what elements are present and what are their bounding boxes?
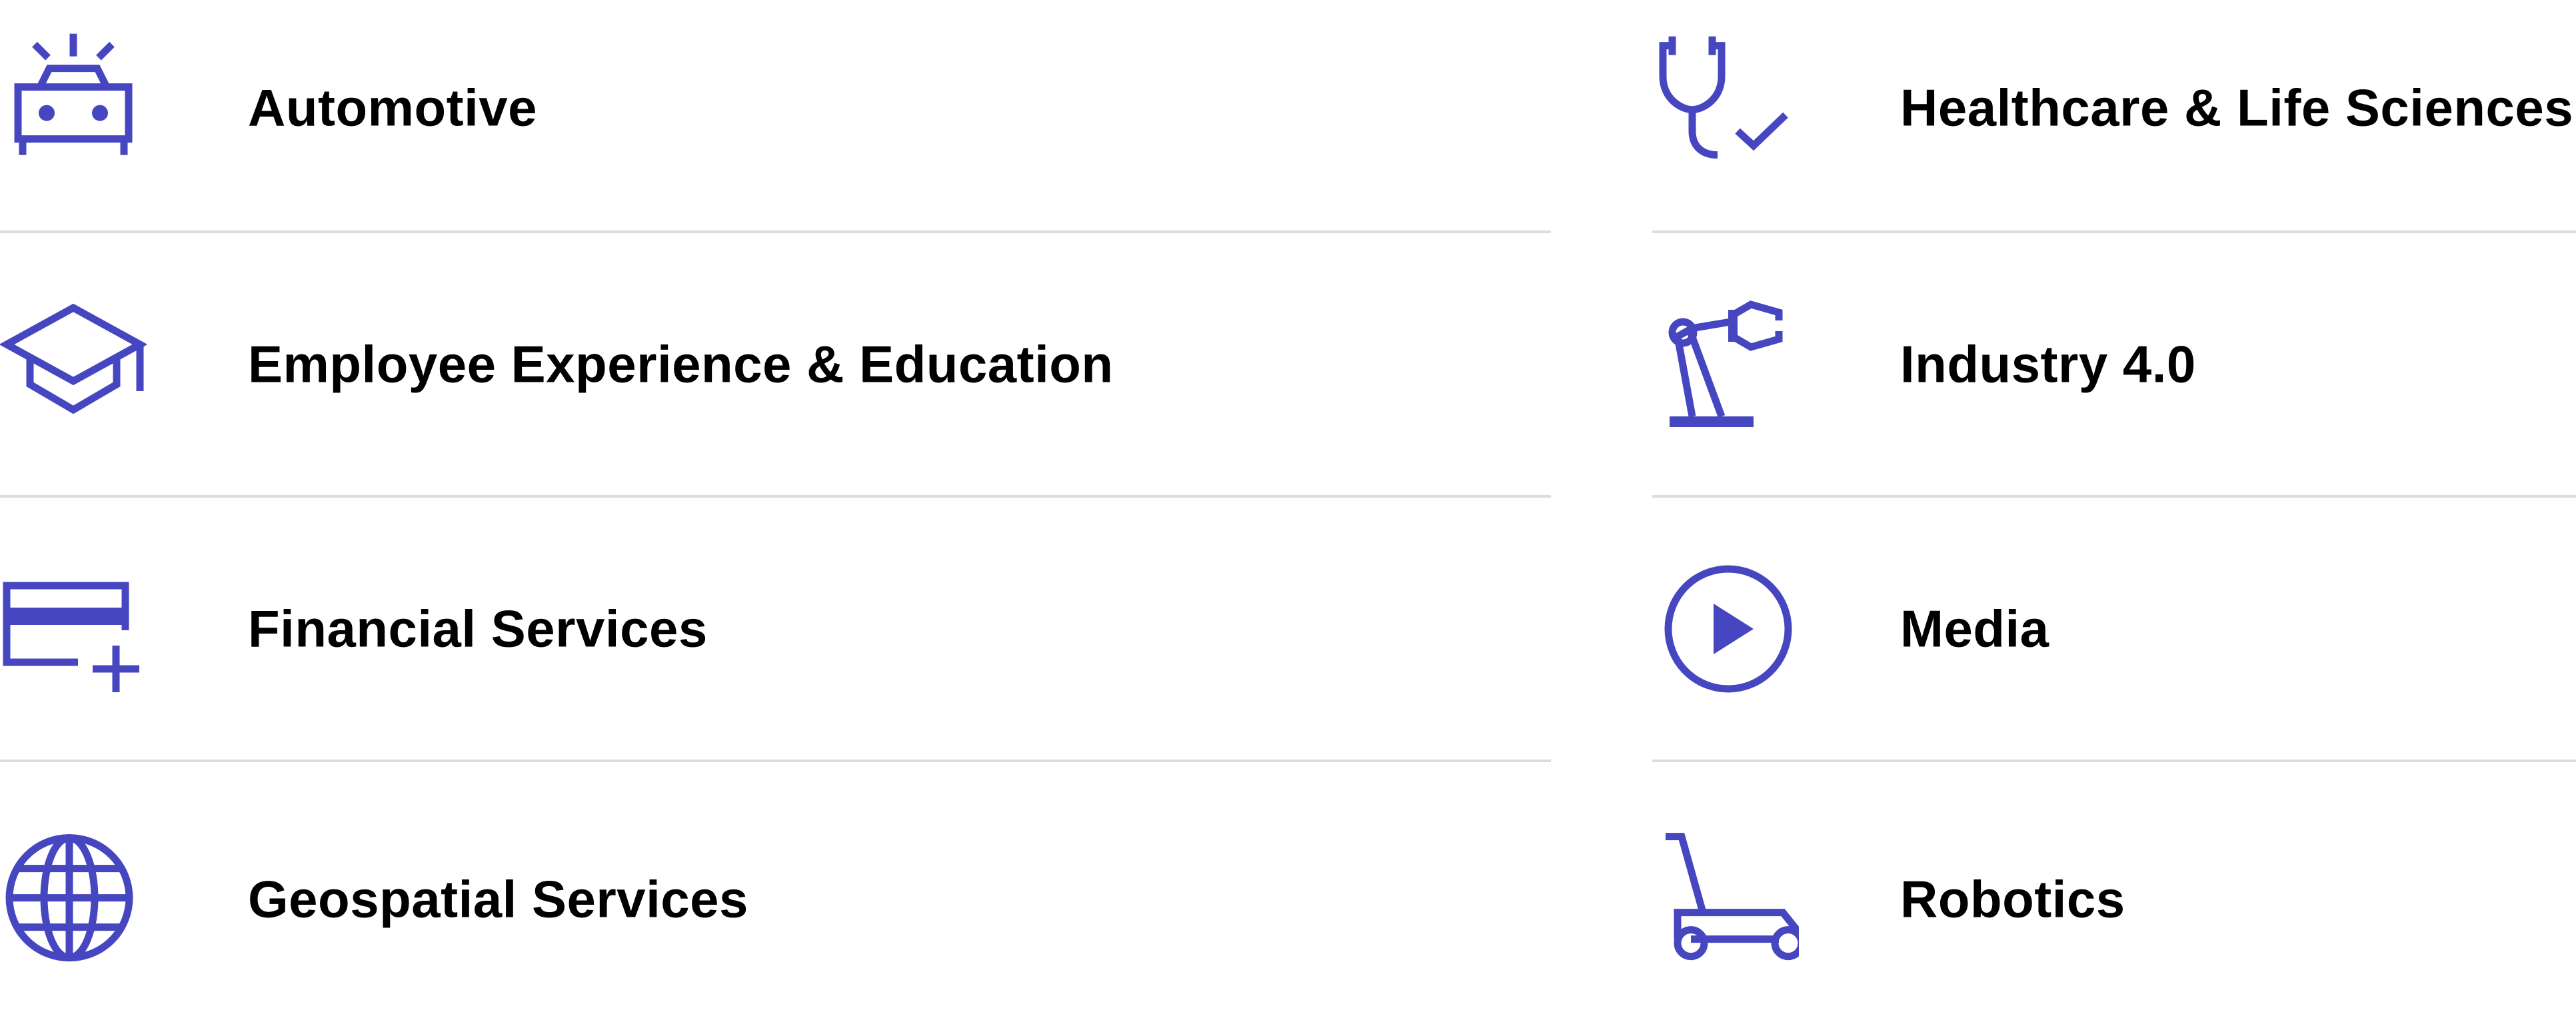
industry-label: Robotics [1900,869,2125,929]
industry-label: Automotive [248,78,537,137]
play-circle-icon [1652,556,1799,702]
industry-list-left: Automotive Employee Experience & Educati… [0,0,1551,1024]
industry-item-robotics[interactable]: Robotics [1652,762,2576,1024]
industry-list-right: Healthcare & Life Sciences Industry 4.0 … [1652,0,2576,1024]
credit-card-plus-icon [0,556,147,702]
industry-label: Media [1900,599,2049,658]
lawn-mower-icon [1652,824,1799,971]
industry-item-healthcare-life-sciences[interactable]: Healthcare & Life Sciences [1652,0,2576,233]
industry-item-geospatial-services[interactable]: Geospatial Services [0,762,1551,1024]
globe-icon [0,824,147,971]
industry-label: Industry 4.0 [1900,334,2196,393]
industry-label: Employee Experience & Education [248,334,1114,393]
industry-label: Financial Services [248,599,708,658]
graduation-cap-icon [0,291,147,438]
industry-item-financial-services[interactable]: Financial Services [0,498,1551,762]
industry-item-media[interactable]: Media [1652,498,2576,762]
car-icon [0,25,147,171]
industry-item-employee-experience-education[interactable]: Employee Experience & Education [0,233,1551,498]
industry-item-automotive[interactable]: Automotive [0,0,1551,233]
industry-item-industry-4-0[interactable]: Industry 4.0 [1652,233,2576,498]
industry-label: Healthcare & Life Sciences [1900,78,2574,137]
robotic-arm-icon [1652,291,1799,438]
industry-label: Geospatial Services [248,869,748,929]
stethoscope-check-icon [1652,25,1799,171]
